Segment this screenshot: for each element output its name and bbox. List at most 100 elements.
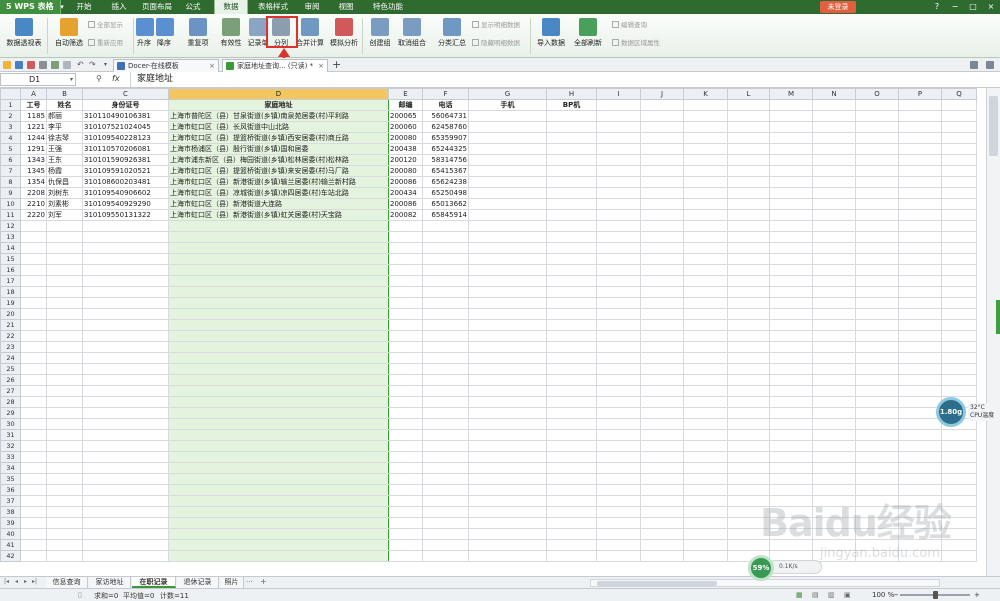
column-header-M[interactable]: M <box>769 88 813 100</box>
cell-F29[interactable] <box>422 407 469 419</box>
cell-N31[interactable] <box>812 429 856 441</box>
cell-J39[interactable] <box>640 517 684 529</box>
cell-L20[interactable] <box>727 308 770 320</box>
cell-J24[interactable] <box>640 352 684 364</box>
cell-J30[interactable] <box>640 418 684 430</box>
cell-K24[interactable] <box>683 352 728 364</box>
cell-A32[interactable] <box>20 440 47 452</box>
close-button[interactable]: × <box>984 1 998 13</box>
cell-G15[interactable] <box>468 253 547 265</box>
cell-G20[interactable] <box>468 308 547 320</box>
cell-I29[interactable] <box>596 407 641 419</box>
show-all-item[interactable]: 全部显示 <box>88 20 123 30</box>
cell-E18[interactable] <box>388 286 423 298</box>
cell-G37[interactable] <box>468 495 547 507</box>
help-icon[interactable]: ? <box>930 1 944 13</box>
cell-Q11[interactable] <box>941 209 977 221</box>
cell-A23[interactable] <box>20 341 47 353</box>
cell-K13[interactable] <box>683 231 728 243</box>
cell-D38[interactable] <box>168 506 389 518</box>
cell-K14[interactable] <box>683 242 728 254</box>
cell-E23[interactable] <box>388 341 423 353</box>
cell-P10[interactable] <box>898 198 942 210</box>
cell-K6[interactable] <box>683 154 728 166</box>
cell-C34[interactable] <box>82 462 169 474</box>
cell-M7[interactable] <box>769 165 813 177</box>
cell-K9[interactable] <box>683 187 728 199</box>
cell-H42[interactable] <box>546 550 597 562</box>
cell-C28[interactable] <box>82 396 169 408</box>
show-detail-item[interactable]: 显示明细数据 <box>472 20 520 30</box>
cell-F26[interactable] <box>422 374 469 386</box>
cell-F21[interactable] <box>422 319 469 331</box>
row-header[interactable]: 18 <box>0 286 21 298</box>
cell-C24[interactable] <box>82 352 169 364</box>
cell-L1[interactable] <box>727 99 770 111</box>
cell-N6[interactable] <box>812 154 856 166</box>
cell-M32[interactable] <box>769 440 813 452</box>
cell-A40[interactable] <box>20 528 47 540</box>
cell-I7[interactable] <box>596 165 641 177</box>
cell-N29[interactable] <box>812 407 856 419</box>
cell-B15[interactable] <box>46 253 83 265</box>
cell-P7[interactable] <box>898 165 942 177</box>
row-header[interactable]: 15 <box>0 253 21 265</box>
cell-F38[interactable] <box>422 506 469 518</box>
cell-O8[interactable] <box>855 176 899 188</box>
cell-G13[interactable] <box>468 231 547 243</box>
cell-D15[interactable] <box>168 253 389 265</box>
cell-C8[interactable]: 310108600203481 <box>82 176 169 188</box>
sheet-tab-3[interactable]: 在职记录 <box>132 577 176 588</box>
row-header[interactable]: 24 <box>0 352 21 364</box>
cell-A17[interactable] <box>20 275 47 287</box>
column-header-K[interactable]: K <box>683 88 728 100</box>
cell-F32[interactable] <box>422 440 469 452</box>
cell-A8[interactable]: 1354 <box>20 176 47 188</box>
cell-P25[interactable] <box>898 363 942 375</box>
cell-Q32[interactable] <box>941 440 977 452</box>
cell-G24[interactable] <box>468 352 547 364</box>
cell-Q16[interactable] <box>941 264 977 276</box>
cell-I5[interactable] <box>596 143 641 155</box>
column-header-F[interactable]: F <box>422 88 469 100</box>
cell-C35[interactable] <box>82 473 169 485</box>
cell-Q4[interactable] <box>941 132 977 144</box>
cell-M31[interactable] <box>769 429 813 441</box>
cell-C38[interactable] <box>82 506 169 518</box>
reapply-item[interactable]: 重新应用 <box>88 38 123 48</box>
menu-tab-3[interactable]: 页面布局 <box>136 0 178 14</box>
cell-P31[interactable] <box>898 429 942 441</box>
ribbon-button-2[interactable]: 自动筛选 <box>52 17 86 55</box>
cell-J20[interactable] <box>640 308 684 320</box>
cell-I42[interactable] <box>596 550 641 562</box>
cell-E17[interactable] <box>388 275 423 287</box>
cell-C27[interactable] <box>82 385 169 397</box>
cell-O29[interactable] <box>855 407 899 419</box>
cell-N22[interactable] <box>812 330 856 342</box>
row-header[interactable]: 1 <box>0 99 21 111</box>
cell-L29[interactable] <box>727 407 770 419</box>
cell-B31[interactable] <box>46 429 83 441</box>
cell-N1[interactable] <box>812 99 856 111</box>
cell-N2[interactable] <box>812 110 856 122</box>
cell-P6[interactable] <box>898 154 942 166</box>
cell-D8[interactable]: 上海市虹口区（县）新港街道(乡镇)输兰居委(村)输兰新村路 <box>168 176 389 188</box>
row-header[interactable]: 4 <box>0 132 21 144</box>
cell-E33[interactable] <box>388 451 423 463</box>
cell-O32[interactable] <box>855 440 899 452</box>
cell-D16[interactable] <box>168 264 389 276</box>
next-sheet-icon[interactable]: ▸ <box>24 578 27 585</box>
cell-D4[interactable]: 上海市虹口区（县）提篮桥街道(乡镇)西安居委(村)商丘路 <box>168 132 389 144</box>
cell-Q24[interactable] <box>941 352 977 364</box>
row-header[interactable]: 11 <box>0 209 21 221</box>
cell-D9[interactable]: 上海市虹口区（县）凉城街道(乡镇)凉四居委(村)车站北路 <box>168 187 389 199</box>
ribbon-button-5[interactable]: 重复项 <box>185 17 211 55</box>
column-header-Q[interactable]: Q <box>941 88 977 100</box>
cell-L6[interactable] <box>727 154 770 166</box>
cell-B11[interactable]: 刘军 <box>46 209 83 221</box>
cell-J41[interactable] <box>640 539 684 551</box>
cell-Q18[interactable] <box>941 286 977 298</box>
cell-B6[interactable]: 王东 <box>46 154 83 166</box>
cell-I16[interactable] <box>596 264 641 276</box>
cell-I12[interactable] <box>596 220 641 232</box>
